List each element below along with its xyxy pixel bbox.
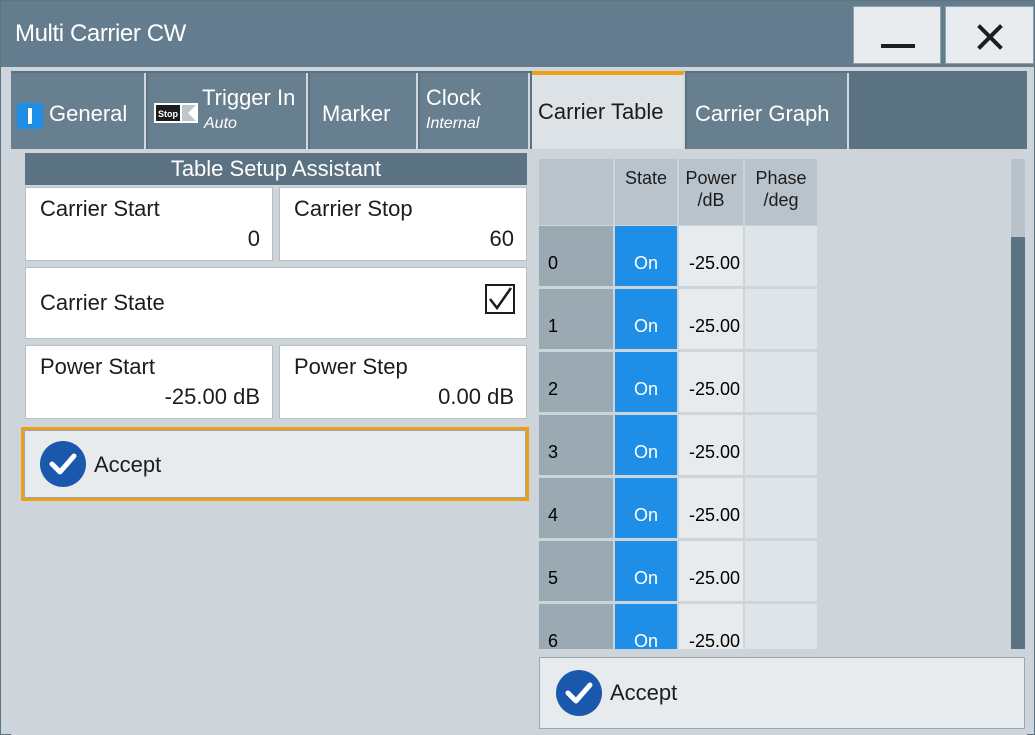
field-label: Carrier Stop xyxy=(294,196,413,221)
power-cell[interactable]: -25.00 xyxy=(679,289,743,352)
power-step-field[interactable]: Power Step 0.00 dB xyxy=(279,345,527,419)
title-bar: Multi Carrier CW xyxy=(1,1,1034,67)
tab-bar: General Stop Trigger In Auto Marker Cloc… xyxy=(11,71,1027,149)
section-title: Table Setup Assistant xyxy=(25,153,527,185)
power-cell[interactable]: -25.00 xyxy=(679,478,743,541)
phase-cell[interactable] xyxy=(745,226,817,289)
close-icon xyxy=(977,24,1003,50)
accept-icon xyxy=(556,670,602,716)
minimize-button[interactable] xyxy=(853,6,941,64)
row-index: 5 xyxy=(539,541,613,604)
carrier-table: State Power /dB Phase /deg 0 On -25.00 1… xyxy=(539,159,1015,649)
column-header-state: State xyxy=(615,159,677,225)
phase-cell[interactable] xyxy=(745,352,817,415)
tab-label: Marker xyxy=(322,101,391,126)
phase-cell[interactable] xyxy=(745,415,817,478)
carrier-start-field[interactable]: Carrier Start 0 xyxy=(25,187,273,261)
accept-icon xyxy=(40,441,86,487)
state-cell[interactable]: On xyxy=(615,541,677,604)
state-cell[interactable]: On xyxy=(615,478,677,541)
field-label: Carrier Start xyxy=(40,196,160,221)
state-indicator-icon xyxy=(17,103,43,129)
phase-cell[interactable] xyxy=(745,604,817,649)
state-cell[interactable]: On xyxy=(615,352,677,415)
field-value: -25.00 dB xyxy=(164,384,260,409)
field-label: Power Start xyxy=(40,354,155,379)
power-start-field[interactable]: Power Start -25.00 dB xyxy=(25,345,273,419)
power-cell[interactable]: -25.00 xyxy=(679,226,743,289)
tab-label: Carrier Graph xyxy=(695,101,830,126)
phase-cell[interactable] xyxy=(745,289,817,352)
phase-cell[interactable] xyxy=(745,478,817,541)
state-cell[interactable]: On xyxy=(615,226,677,289)
carrier-state-field[interactable]: Carrier State xyxy=(25,267,527,339)
carrier-table-panel: Table Setup Assistant Carrier Start 0 Ca… xyxy=(11,149,1027,735)
minimize-icon xyxy=(881,44,915,48)
tab-label: General xyxy=(49,101,128,126)
carrier-stop-field[interactable]: Carrier Stop 60 xyxy=(279,187,527,261)
row-index: 3 xyxy=(539,415,613,478)
column-header-phase: Phase /deg xyxy=(745,159,817,225)
tab-sublabel: Auto xyxy=(204,115,237,132)
tab-clock[interactable]: Clock Internal xyxy=(420,73,530,149)
accept-label: Accept xyxy=(610,680,678,705)
tab-trigger-in[interactable]: Stop Trigger In Auto xyxy=(148,73,308,149)
column-header-power: Power /dB xyxy=(679,159,743,225)
table-accept-button[interactable]: Accept xyxy=(539,657,1025,729)
phase-cell[interactable] xyxy=(745,541,817,604)
tab-marker[interactable]: Marker xyxy=(310,73,418,149)
field-value: 0 xyxy=(247,226,260,251)
power-cell[interactable]: -25.00 xyxy=(679,541,743,604)
state-cell[interactable]: On xyxy=(615,289,677,352)
tab-label: Carrier Table xyxy=(538,99,664,124)
tab-sublabel: Internal xyxy=(426,115,480,132)
close-button[interactable] xyxy=(945,6,1034,64)
stop-indicator-icon: Stop xyxy=(154,103,198,123)
row-index: 2 xyxy=(539,352,613,415)
dialog-window: Multi Carrier CW General Stop Trigger In… xyxy=(0,0,1035,735)
row-index: 0 xyxy=(539,226,613,289)
field-value: 60 xyxy=(489,226,514,251)
tab-label: Clock xyxy=(426,85,482,110)
power-cell[interactable]: -25.00 xyxy=(679,352,743,415)
window-title: Multi Carrier CW xyxy=(15,20,186,47)
checkmark-icon xyxy=(489,287,513,311)
field-value: 0.00 dB xyxy=(438,384,514,409)
tab-carrier-table[interactable]: Carrier Table xyxy=(532,71,685,149)
tab-general[interactable]: General xyxy=(11,73,146,149)
row-index: 4 xyxy=(539,478,613,541)
state-cell[interactable]: On xyxy=(615,415,677,478)
row-index: 6 xyxy=(539,604,613,649)
assistant-accept-button[interactable]: Accept xyxy=(21,427,529,501)
power-cell[interactable]: -25.00 xyxy=(679,415,743,478)
field-label: Power Step xyxy=(294,354,408,379)
tab-label: Trigger In xyxy=(202,85,296,110)
power-cell[interactable]: -25.00 xyxy=(679,604,743,649)
carrier-state-checkbox[interactable] xyxy=(485,284,515,314)
state-cell[interactable]: On xyxy=(615,604,677,649)
field-label: Carrier State xyxy=(40,290,165,315)
accept-label: Accept xyxy=(94,452,162,477)
row-index: 1 xyxy=(539,289,613,352)
table-scrollbar[interactable] xyxy=(1011,159,1025,649)
tab-carrier-graph[interactable]: Carrier Graph xyxy=(687,73,849,149)
scrollbar-thumb[interactable] xyxy=(1011,237,1025,649)
svg-text:Stop: Stop xyxy=(158,109,178,119)
table-corner-header xyxy=(539,159,613,225)
